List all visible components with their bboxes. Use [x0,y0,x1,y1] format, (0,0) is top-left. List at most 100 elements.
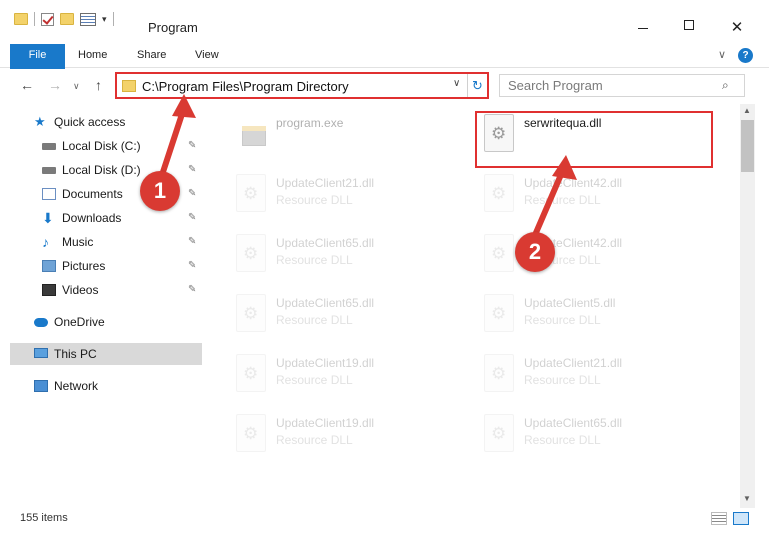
maximize-button[interactable] [666,14,712,42]
pin-icon[interactable]: ✎ [188,255,196,277]
file-list: program.exe ⚙ serwritequa.dll ⚙ UpdateCl… [204,104,740,504]
star-icon: ★ [34,114,46,129]
ribbon-tabs: File Home Share View ∨ ? [0,44,769,98]
refresh-icon[interactable]: ↻ [467,74,487,97]
dll-file-icon: ⚙ [484,114,514,152]
tab-share[interactable]: Share [137,44,166,67]
sidebar-item-label: OneDrive [54,315,105,329]
address-path[interactable]: C:\Program Files\Program Directory [142,79,349,94]
scroll-thumb[interactable] [741,120,754,172]
gear-icon: ⚙ [491,304,507,323]
file-item[interactable]: ⚙ UpdateClient42.dll Resource DLL [476,168,716,222]
file-name: UpdateClient42.dll [524,176,623,190]
vertical-scrollbar[interactable]: ▲ ▼ [740,104,755,508]
file-item-program-exe[interactable]: program.exe [228,108,468,162]
pin-icon[interactable]: ✎ [188,135,196,157]
up-arrow-icon[interactable]: ↑ [95,77,102,93]
pin-icon[interactable]: ✎ [188,159,196,181]
file-item-serwritequa-dll[interactable]: ⚙ serwritequa.dll [476,108,716,162]
drive-icon [42,167,56,174]
tab-home[interactable]: Home [78,44,107,67]
file-name: UpdateClient65.dll [276,236,375,250]
search-box[interactable]: ⌕ [499,74,745,97]
expand-ribbon-chevron-icon[interactable]: ∨ [718,48,726,61]
folder-icon [122,80,136,92]
sidebar-item-local-disk-c[interactable]: Local Disk (C:) ✎ [10,135,202,157]
file-name: UpdateClient65.dll [524,416,623,430]
toolbar-separator [34,12,35,26]
file-item[interactable]: ⚙ UpdateClient21.dll Resource DLL [228,168,468,222]
address-bar[interactable]: C:\Program Files\Program Directory ∨ ↻ [115,72,489,99]
gear-icon: ⚙ [491,364,507,383]
dll-file-icon: ⚙ [236,294,266,332]
gear-icon: ⚙ [491,424,507,443]
pin-icon[interactable]: ✎ [188,183,196,205]
maximize-icon [684,20,694,30]
gear-icon: ⚙ [243,184,259,203]
gear-icon: ⚙ [243,304,259,323]
title-bar: ▾ Program ✕ [0,0,769,44]
window-title: Program [148,20,198,35]
file-name: serwritequa.dll [524,116,602,130]
file-item[interactable]: ⚙ UpdateClient42.dll Resource DLL [476,228,716,282]
search-icon[interactable]: ⌕ [722,78,729,93]
pin-icon[interactable]: ✎ [188,231,196,253]
address-dropdown-chevron-icon[interactable]: ∨ [453,78,460,89]
minimize-button[interactable] [620,14,666,42]
sidebar-item-videos[interactable]: Videos ✎ [10,279,202,301]
dll-file-icon: ⚙ [484,234,514,272]
details-view-icon[interactable] [711,512,727,525]
properties-icon[interactable] [80,12,96,26]
scroll-up-arrow-icon[interactable]: ▲ [743,106,751,115]
help-icon[interactable]: ? [738,48,753,63]
tab-view[interactable]: View [195,44,219,67]
quick-access-toolbar: ▾ [14,12,114,26]
sidebar-item-pictures[interactable]: Pictures ✎ [10,255,202,277]
file-item[interactable]: ⚙ UpdateClient65.dll Resource DLL [228,228,468,282]
folder-icon[interactable] [14,13,28,25]
dll-file-icon: ⚙ [236,354,266,392]
file-item[interactable]: ⚙ UpdateClient65.dll Resource DLL [476,408,716,462]
gear-icon: ⚙ [243,364,259,383]
minimize-icon [638,28,648,29]
file-item[interactable]: ⚙ UpdateClient21.dll Resource DLL [476,348,716,402]
sidebar-item-label: Videos [62,283,99,297]
sidebar-item-this-pc[interactable]: This PC [10,343,202,365]
sidebar-item-downloads[interactable]: ⬇ Downloads ✎ [10,207,202,229]
recent-locations-chevron-icon[interactable]: ∨ [73,81,80,92]
file-item[interactable]: ⚙ UpdateClient5.dll Resource DLL [476,288,716,342]
file-name: program.exe [276,116,344,130]
dll-file-icon: ⚙ [484,174,514,212]
sidebar-item-music[interactable]: ♪ Music ✎ [10,231,202,253]
network-icon [34,380,48,392]
search-input[interactable] [508,77,708,94]
scroll-down-arrow-icon[interactable]: ▼ [743,494,751,503]
file-name: UpdateClient19.dll [276,416,375,430]
properties-check-icon[interactable] [41,12,54,26]
downloads-icon: ⬇ [42,210,54,226]
file-name: UpdateClient21.dll [276,176,375,190]
sidebar-item-label: Local Disk (D:) [62,163,141,177]
file-item[interactable]: ⚙ UpdateClient19.dll Resource DLL [228,348,468,402]
file-type: Resource DLL [276,193,353,207]
pin-icon[interactable]: ✎ [188,279,196,301]
dll-file-icon: ⚙ [236,234,266,272]
sidebar-item-onedrive[interactable]: OneDrive [10,311,202,333]
back-arrow-icon[interactable]: ← [20,77,34,93]
sidebar-item-quick-access[interactable]: ★ Quick access [10,111,202,133]
file-name: UpdateClient5.dll [524,296,616,310]
close-icon: ✕ [730,19,744,36]
large-icons-view-icon[interactable] [733,512,749,525]
file-type: Resource DLL [524,313,601,327]
dll-file-icon: ⚙ [236,414,266,452]
close-button[interactable]: ✕ [714,14,760,42]
file-item[interactable]: ⚙ UpdateClient65.dll Resource DLL [228,288,468,342]
file-item[interactable]: ⚙ UpdateClient19.dll Resource DLL [228,408,468,462]
sidebar-item-network[interactable]: Network [10,375,202,397]
customize-toolbar-caret-icon[interactable]: ▾ [102,14,107,25]
forward-arrow-icon[interactable]: → [48,77,62,93]
new-folder-icon[interactable] [60,13,74,25]
pin-icon[interactable]: ✎ [188,207,196,229]
gear-icon: ⚙ [491,184,507,203]
dll-file-icon: ⚙ [236,174,266,212]
